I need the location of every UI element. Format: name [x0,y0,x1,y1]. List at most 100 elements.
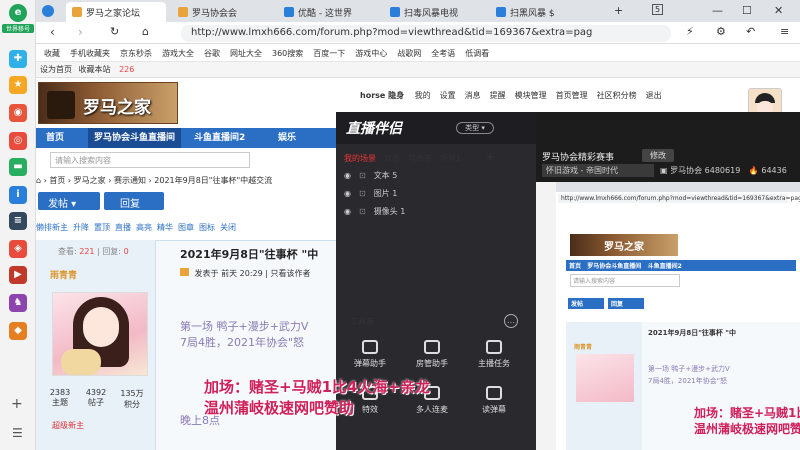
stream-type-dropdown[interactable]: 类型 ▾ [456,122,494,134]
tab-4[interactable]: 扫黑风暴 $ [490,2,590,22]
user-link[interactable]: 模块管理 [515,91,547,100]
nav-item-1[interactable]: 罗马协会斗鱼直播间 [88,128,182,148]
bookmark-item[interactable]: 百度一下 [313,49,345,58]
mod-action[interactable]: 精华 [157,223,173,232]
user-link[interactable]: 我的 [415,91,431,100]
maximize-button[interactable]: ☐ [742,4,752,17]
weibo-icon[interactable]: ◉ [9,104,27,122]
crumb-item[interactable]: 首页 [49,176,65,185]
room-category[interactable]: 怀旧游戏 - 帝国时代 [542,164,654,177]
only-author-link[interactable]: 只看该作者 [270,269,310,278]
nav-item-2[interactable]: 斗鱼直播间2 [188,128,251,148]
bookmark-item[interactable]: 手机收藏夹 [70,49,110,58]
game-icon[interactable]: ♞ [9,294,27,312]
bookmark-item[interactable]: 京东秒杀 [120,49,152,58]
tool-item[interactable]: 弹幕助手 [342,340,398,380]
bookmark-item[interactable]: 低调看 [465,49,489,58]
user-link[interactable]: 首页管理 [556,91,588,100]
mod-action[interactable]: 直播 [115,223,131,232]
forward-icon[interactable]: › [78,25,83,39]
mod-action[interactable]: 懒排新主 [36,223,68,232]
news-icon[interactable]: ≡ [9,212,27,230]
tab-count-badge[interactable]: 5 [652,4,664,15]
iqiyi-icon[interactable]: i [9,186,27,204]
weibo-red-icon[interactable]: ◎ [9,132,27,150]
author-name[interactable]: 雨青青 [50,268,77,281]
tab-3[interactable]: 扫毒风暴电视 [384,2,484,22]
translate-icon[interactable]: ✚ [9,50,27,68]
home-icon[interactable]: ⌂ [142,25,149,38]
scene-tab[interactable]: 可改名 [408,154,432,163]
site-logo-banner[interactable]: 罗马之家 [38,82,178,124]
add-scene-button[interactable]: + [485,150,495,164]
user-link[interactable]: 消息 [465,91,481,100]
username[interactable]: horse 隐身 [360,91,404,100]
crumb-item[interactable]: 罗马之家 [74,176,106,185]
minimize-button[interactable]: — [712,4,723,17]
bookmark-item[interactable]: 360搜索 [272,49,303,58]
bookmark-item[interactable]: 收藏 [44,49,60,58]
author-avatar[interactable] [52,292,148,376]
reply-button[interactable]: 回复 [104,192,164,210]
scene-tab[interactable]: 我的场景 [344,154,376,163]
browser-logo-icon[interactable]: e [9,4,27,22]
bookmark-item[interactable]: 全考语 [431,49,455,58]
preview-screen[interactable]: http://www.lmxh666.com/forum.php?mod=vie… [536,182,800,450]
search-input[interactable]: 请输入搜索内容 [50,152,250,168]
mod-action[interactable]: 图标 [199,223,215,232]
visibility-icon[interactable]: ◉ [344,171,351,180]
bookmark-item[interactable]: 谷歌 [204,49,220,58]
tool-item[interactable]: 读弹幕 [466,386,522,426]
user-link[interactable]: 设置 [440,91,456,100]
user-link[interactable]: 社区积分榜 [597,91,637,100]
user-link[interactable]: 退出 [646,91,662,100]
chat-icon[interactable]: ▬ [9,158,27,176]
new-tab-button[interactable]: + [614,4,623,17]
crumb-item[interactable]: 2021年9月8日"往事杯"中越交流 [154,176,272,185]
bookmark-item[interactable]: 游戏中心 [355,49,387,58]
scene-source[interactable]: ◉ ⊡ 文本 5 [344,170,524,184]
url-input[interactable]: http://www.lmxh666.com/forum.php?mod=vie… [181,25,671,42]
mod-action[interactable]: 置顶 [94,223,110,232]
nav-item-0[interactable]: 首页 [40,128,70,148]
refresh-icon[interactable]: ↻ [110,25,119,38]
nav-item-3[interactable]: 娱乐 [272,128,302,148]
lightning-icon[interactable]: ⚡ [686,25,694,38]
bookmark-item[interactable]: 战歌网 [397,49,421,58]
favorite-site-link[interactable]: 收藏本站 [79,65,111,74]
visibility-icon[interactable]: ◉ [344,189,351,198]
home-crumb-icon[interactable]: ⌂ [36,176,41,185]
tool-item[interactable]: 主播任务 [466,340,522,380]
menu-icon[interactable]: ☰ [12,426,23,440]
crumb-item[interactable]: 赛示通知 [114,176,146,185]
scene-source[interactable]: ◉ ⊡ 摄像头 1 [344,206,524,220]
star-icon[interactable]: ★ [9,76,27,94]
tab-0[interactable]: 罗马之家论坛 [66,2,166,22]
add-icon[interactable]: + [11,396,23,412]
scene-source[interactable]: ◉ ⊡ 图片 1 [344,188,524,202]
post-button[interactable]: 发帖 ▾ [38,192,100,210]
mod-action[interactable]: 升降 [73,223,89,232]
menu-lines-icon[interactable]: ≡ [780,25,789,38]
mod-action[interactable]: 图章 [178,223,194,232]
video-icon[interactable]: ▶ [9,266,27,284]
back-icon[interactable]: ‹ [50,25,55,39]
account-badge[interactable]: 世界移号 [2,24,34,33]
navigation-icon[interactable] [42,5,54,17]
lock-icon[interactable]: ⊡ [359,189,366,198]
lock-icon[interactable]: ⊡ [359,207,366,216]
settings-icon[interactable]: ⚙ [716,25,726,38]
mod-action[interactable]: 关闭 [220,223,236,232]
tab-2[interactable]: 优酷 - 这世界 [278,2,378,22]
scene-tab[interactable]: 双击 [384,154,400,163]
user-link[interactable]: 提醒 [490,91,506,100]
set-homepage-link[interactable]: 设为首页 [40,65,72,74]
mod-action[interactable]: 高亮 [136,223,152,232]
tab-1[interactable]: 罗马协会会 [172,2,272,22]
scene-tab[interactable]: 场景1 [440,154,461,163]
bookmark-item[interactable]: 游戏大全 [162,49,194,58]
toolbox-more-icon[interactable]: … [504,314,518,328]
edit-title-button[interactable]: 修改 [642,149,674,162]
undo-icon[interactable]: ↶ [746,25,755,38]
tool-item[interactable]: 房管助手 [404,340,460,380]
